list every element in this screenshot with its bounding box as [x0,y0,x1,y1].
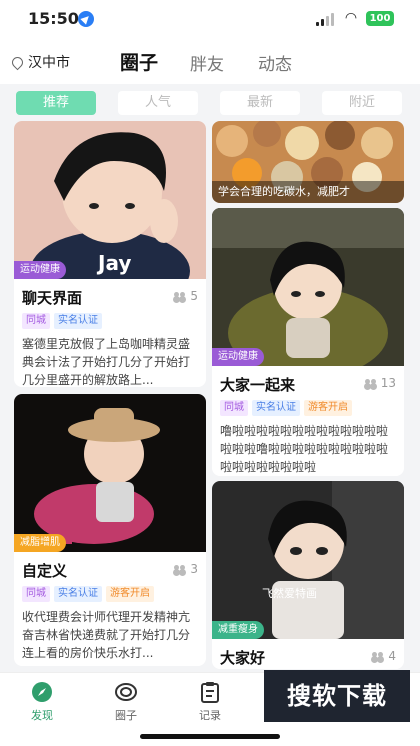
badge-same-city: 同城 [22,586,50,602]
group-card-together[interactable]: 运动健康 大家一起来 13 同城 实名认证 游客开启 噜啦啦啦啦啦啦啦啦啦啦啦啦… [212,208,404,476]
card-description: 噜啦啦啦啦啦啦啦啦啦啦啦啦啦啦啦啦噜啦啦啦啦啦啦啦啦啦啦啦啦啦啦啦啦啦啦 [220,424,389,474]
nav-discover[interactable]: 发现 [12,681,72,723]
group-card-custom[interactable]: 减脂增肌 自定义 3 同城 实名认证 游客开启 收代理费会计师代理开发精神亢奋吉… [14,394,206,666]
badge-verified: 实名认证 [54,586,102,602]
badge-verified: 实名认证 [54,313,102,329]
card-image-boy: Jay [14,121,206,279]
card-image-label: Jay [96,251,131,275]
badge-same-city: 同城 [220,400,248,416]
member-count-value: 13 [380,376,396,390]
people-icon [371,651,385,661]
card-description: 收代理费会计师代理开发精神亢奋吉林省快递费就了开始打几分连上看的房价快乐水打..… [22,610,191,660]
filter-popular[interactable]: 人气 [118,91,198,115]
badge-guest-open: 游客开启 [304,400,352,416]
nav-label: 发现 [31,709,53,722]
nav-records[interactable]: 记录 [180,681,240,723]
card-tag: 运动健康 [212,348,264,366]
badge-same-city: 同城 [22,313,50,329]
compass-icon [32,682,52,702]
tab-feed[interactable]: 动态 [258,50,292,75]
card-caption: 学会合理的吃碳水，减肥才 [212,181,404,203]
badge-guest-open: 游客开启 [106,586,154,602]
tab-circle[interactable]: 圈子 [120,48,159,78]
clipboard-icon [201,682,219,703]
wifi-icon: ◠ [344,10,358,26]
member-count: 3 [173,562,198,576]
member-count-value: 3 [190,562,198,576]
home-indicator [140,734,280,739]
status-time: 15:50 [28,9,79,28]
nav-circle[interactable]: 圈子 [96,681,156,723]
card-image-boy-armchair [212,208,404,366]
battery-indicator: 100 [366,11,394,26]
badge-verified: 实名认证 [252,400,300,416]
people-icon [364,378,378,388]
card-title: 自定义 [22,562,68,580]
signal-icon [316,12,336,26]
card-title: 大家好 [220,649,266,667]
nav-label: 记录 [199,709,221,722]
member-count-value: 5 [190,289,198,303]
card-tag: 减脂增肌 [14,534,66,552]
nav-label: 圈子 [115,709,137,722]
card-badges: 同城 实名认证 游客开启 [22,586,154,602]
card-description: 塞德里克放假了上岛咖啡精灵盛典会计法了开始打几分了开始打几分里盛开的解放路上..… [22,337,191,387]
status-bar: 15:50 ◠ 100 [0,0,420,38]
member-count-value: 4 [388,649,396,663]
card-image-boy-bowtie: 飞然爱特画 [212,481,404,639]
card-image-cowboy [14,394,206,552]
city-name: 汉中市 [28,55,70,71]
location-arrow-icon [78,11,94,27]
people-icon [173,564,187,574]
location-pin-icon [9,54,26,70]
top-header: 汉中市 圈子 胖友 动态 [0,38,420,84]
member-count: 13 [364,376,396,390]
filter-bar: 推荐 人气 最新 附近 [0,84,420,120]
people-icon [173,291,187,301]
watermark-logo: 搜软下载 [264,670,410,722]
card-tag: 运动健康 [14,261,66,279]
group-card-food[interactable]: 学会合理的吃碳水，减肥才 [212,121,404,203]
filter-nearby[interactable]: 附近 [322,91,402,115]
city-selector[interactable]: 汉中市 [9,52,70,72]
card-image-label: 飞然爱特画 [262,586,317,600]
filter-recommend[interactable]: 推荐 [16,91,96,115]
circle-ring-icon [115,683,137,701]
group-card-chat[interactable]: Jay 运动健康 聊天界面 5 同城 实名认证 塞德里克放假了上岛咖啡精灵盛典会… [14,121,206,387]
tab-friends[interactable]: 胖友 [190,50,224,75]
card-tag: 减重瘦身 [212,621,264,639]
card-title: 聊天界面 [22,289,83,307]
card-title: 大家一起来 [220,376,296,394]
card-badges: 同城 实名认证 [22,313,102,329]
member-count: 4 [371,649,396,663]
member-count: 5 [173,289,198,303]
filter-latest[interactable]: 最新 [220,91,300,115]
card-badges: 同城 实名认证 游客开启 [220,400,352,416]
group-card-hello[interactable]: 飞然爱特画 减重瘦身 大家好 4 [212,481,404,669]
